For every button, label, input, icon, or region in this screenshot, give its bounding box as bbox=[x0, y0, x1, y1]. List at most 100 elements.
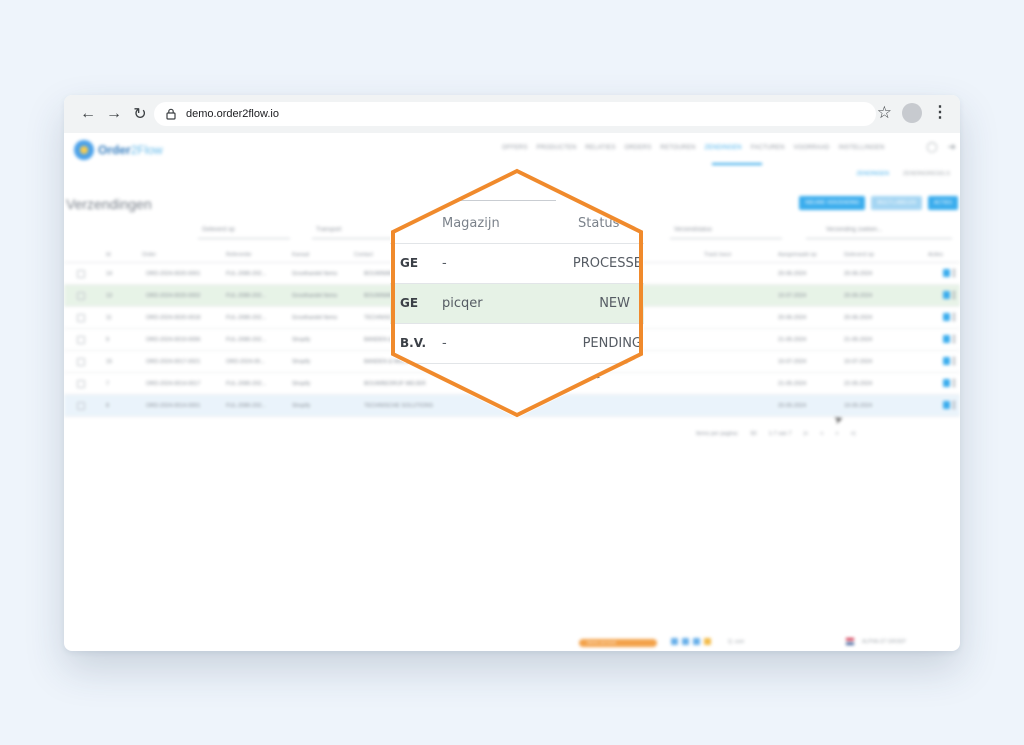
row-order[interactable]: ORD-2024-0020-0002 bbox=[146, 293, 200, 299]
app-logo[interactable]: Order2Flow bbox=[74, 140, 163, 160]
more-icon[interactable] bbox=[953, 379, 955, 387]
col-status[interactable]: Status bbox=[578, 216, 619, 231]
browser-toolbar: ← → ↻ demo.order2flow.io ☆ ⋮ bbox=[64, 95, 960, 133]
col-order[interactable]: Order bbox=[142, 252, 156, 258]
demo-pill[interactable]: Demo account bbox=[579, 639, 657, 647]
edit-icon[interactable] bbox=[943, 313, 950, 321]
row-checkbox[interactable] bbox=[77, 380, 85, 388]
row-ref: FUL-2080-202... bbox=[226, 315, 267, 321]
nav-item-orders[interactable]: ORDERS bbox=[625, 145, 652, 151]
bell-icon[interactable] bbox=[682, 638, 689, 645]
nav-item-voorraad[interactable]: VOORRAAD bbox=[794, 145, 830, 151]
language-flag-icon[interactable] bbox=[846, 638, 854, 645]
browser-menu-icon[interactable]: ⋮ bbox=[932, 103, 948, 123]
col-delivered[interactable]: Geleverd op bbox=[844, 252, 874, 258]
nav-item-facturen[interactable]: FACTUREN bbox=[751, 145, 785, 151]
col-channel[interactable]: Kanaal bbox=[292, 252, 309, 258]
row-order[interactable]: ORD-2024-0017-0021 bbox=[146, 359, 200, 365]
logout-icon[interactable]: ➜ bbox=[948, 142, 956, 153]
warehouse-value: picqer bbox=[442, 296, 483, 311]
shipping-status-filter[interactable]: Verzendstatus bbox=[674, 227, 712, 233]
col-ref[interactable]: Referentie bbox=[226, 252, 251, 258]
nav-item-instellingen[interactable]: INSTELLINGEN bbox=[839, 145, 885, 151]
row-ref: FUL-2080-202... bbox=[226, 271, 267, 277]
nav-item-zendingen[interactable]: ZENDINGEN bbox=[705, 145, 742, 151]
edit-icon[interactable] bbox=[943, 357, 950, 365]
first-page-icon[interactable]: |< bbox=[804, 431, 809, 437]
profile-avatar[interactable] bbox=[902, 103, 922, 123]
subnav-zendingregels[interactable]: ZENDINGREGELS bbox=[903, 171, 950, 177]
warehouse-value: - bbox=[442, 256, 447, 271]
edit-icon[interactable] bbox=[943, 291, 950, 299]
new-shipment-button[interactable]: NIEUWE VERZENDING bbox=[799, 196, 866, 210]
row-id: 11 bbox=[106, 315, 112, 321]
row-delivered: 19-05-2024 bbox=[844, 403, 873, 409]
last-page-icon[interactable]: >| bbox=[851, 431, 856, 437]
actions-button[interactable]: ACTIES bbox=[927, 196, 958, 210]
nav-item-relaties[interactable]: RELATIES bbox=[585, 145, 615, 151]
more-icon[interactable] bbox=[953, 401, 955, 409]
row-order[interactable]: ORD-2024-0014-0001 bbox=[146, 403, 200, 409]
edit-icon[interactable] bbox=[943, 335, 950, 343]
sub-nav: ZENDINGEN ZENDINGREGELS bbox=[857, 171, 950, 177]
more-icon[interactable] bbox=[953, 313, 955, 321]
forward-icon[interactable]: → bbox=[102, 102, 126, 126]
row-order[interactable]: ORD-2024-0014-0017 bbox=[146, 381, 200, 387]
row-checkbox[interactable] bbox=[77, 292, 85, 300]
row-ref: FUL-2080-202... bbox=[226, 403, 267, 409]
footer-user[interactable]: Q. user bbox=[728, 639, 744, 645]
zoom-row[interactable]: B.V. - PENDING bbox=[390, 324, 644, 364]
row-order[interactable]: ORD-2024-0020-0018 bbox=[146, 315, 200, 321]
row-created: 21-05-2024 bbox=[778, 337, 807, 343]
more-icon[interactable] bbox=[953, 291, 955, 299]
reload-icon[interactable]: ↻ bbox=[128, 102, 152, 126]
per-page-label: Items per pagina: bbox=[696, 431, 739, 437]
row-delivered: 21-05-2024 bbox=[844, 337, 873, 343]
zoom-row-highlighted[interactable]: GE picqer NEW bbox=[390, 284, 644, 324]
row-checkbox[interactable] bbox=[77, 270, 85, 278]
more-icon[interactable] bbox=[953, 335, 955, 343]
next-page-icon[interactable]: > bbox=[835, 431, 838, 437]
prev-page-icon[interactable]: < bbox=[820, 431, 823, 437]
row-id: 7 bbox=[106, 381, 110, 387]
contact-suffix: GE bbox=[400, 296, 419, 310]
row-channel: Shopify bbox=[292, 337, 311, 343]
row-order[interactable]: ORD-2024-0020-0001 bbox=[146, 271, 200, 277]
row-channel: Groothandel Items bbox=[292, 293, 338, 299]
per-page-select[interactable]: 50 bbox=[751, 431, 757, 437]
nav-item-producten[interactable]: PRODUCTEN bbox=[537, 145, 577, 151]
col-track[interactable]: Track trace bbox=[704, 252, 731, 258]
edit-icon[interactable] bbox=[943, 379, 950, 387]
row-checkbox[interactable] bbox=[77, 358, 85, 366]
edit-icon[interactable] bbox=[943, 401, 950, 409]
footer-company[interactable]: ALPHA-ST GROEP bbox=[862, 639, 906, 645]
row-checkbox[interactable] bbox=[77, 402, 85, 410]
back-icon[interactable]: ← bbox=[76, 102, 100, 126]
col-contact[interactable]: Contact bbox=[354, 252, 373, 258]
search-input[interactable]: Verzending zoeken... bbox=[826, 227, 882, 233]
page-title: Verzendingen bbox=[66, 196, 152, 212]
edit-icon[interactable] bbox=[943, 269, 950, 277]
lightning-icon[interactable] bbox=[704, 638, 711, 645]
doc-icon[interactable] bbox=[693, 638, 700, 645]
row-checkbox[interactable] bbox=[77, 314, 85, 322]
help-icon[interactable]: ◯ bbox=[926, 142, 937, 153]
bookmark-star-icon[interactable]: ☆ bbox=[877, 103, 892, 123]
subnav-zendingen[interactable]: ZENDINGEN bbox=[857, 171, 889, 177]
row-checkbox[interactable] bbox=[77, 336, 85, 344]
col-warehouse[interactable]: Magazijn bbox=[442, 216, 500, 231]
col-id[interactable]: Id bbox=[106, 252, 111, 258]
zoom-row[interactable]: GE - PROCESSE bbox=[390, 244, 644, 284]
nav-item-retouren[interactable]: RETOUREN bbox=[660, 145, 695, 151]
transport-filter[interactable]: Transport bbox=[316, 227, 341, 233]
logo-text: Order2Flow bbox=[98, 143, 163, 157]
more-icon[interactable] bbox=[953, 357, 955, 365]
delivered-on-filter[interactable]: Geleverd op bbox=[202, 227, 235, 233]
address-bar[interactable]: demo.order2flow.io bbox=[154, 102, 876, 126]
nav-item-offers[interactable]: OFFERS bbox=[502, 145, 528, 151]
row-order[interactable]: ORD-2024-0019-0006 bbox=[146, 337, 200, 343]
more-icon[interactable] bbox=[953, 269, 955, 277]
col-created[interactable]: Aangemaakt op bbox=[778, 252, 817, 258]
chat-icon[interactable] bbox=[671, 638, 678, 645]
multi-label-button[interactable]: MULTI LABELEN bbox=[871, 196, 922, 210]
